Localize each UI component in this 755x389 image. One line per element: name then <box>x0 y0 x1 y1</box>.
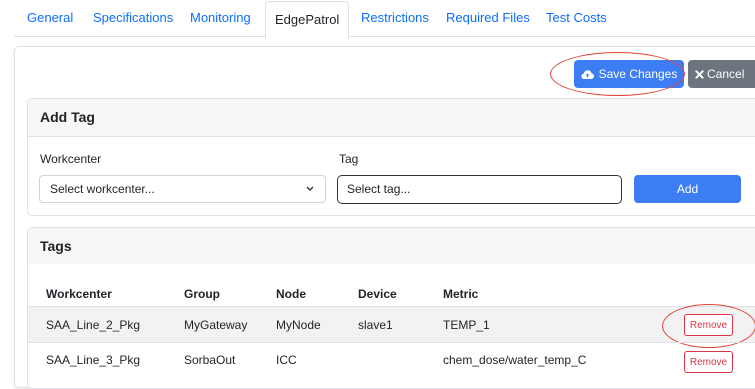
cell-node: MyNode <box>276 318 321 332</box>
tab-specifications[interactable]: Specifications <box>93 0 173 36</box>
save-changes-label: Save Changes <box>598 67 678 81</box>
add-tag-title: Add Tag <box>28 99 755 137</box>
workcenter-select[interactable]: Select workcenter... <box>39 175 326 203</box>
chevron-down-icon <box>305 176 315 212</box>
tabs-divider <box>14 36 755 37</box>
remove-button[interactable]: Remove <box>684 314 733 336</box>
cell-node: ICC <box>276 353 297 367</box>
column-header-workcenter: Workcenter <box>46 287 112 301</box>
column-header-node: Node <box>276 287 306 301</box>
cancel-label: Cancel <box>707 67 745 81</box>
tab-edgepatrol[interactable]: EdgePatrol <box>265 1 350 39</box>
cell-workcenter: SAA_Line_3_Pkg <box>46 353 141 367</box>
column-header-group: Group <box>184 287 220 301</box>
cell-group: SorbaOut <box>184 353 236 367</box>
column-header-device: Device <box>358 287 397 301</box>
cloud-upload-icon <box>580 69 594 79</box>
cancel-button[interactable]: Cancel <box>688 60 755 88</box>
tag-input[interactable]: Select tag... <box>337 175 622 204</box>
cell-group: MyGateway <box>184 318 248 332</box>
add-tag-button[interactable]: Add <box>634 175 741 203</box>
cell-metric: TEMP_1 <box>443 318 490 332</box>
tab-required-files[interactable]: Required Files <box>446 0 530 36</box>
tag-input-placeholder: Select tag... <box>347 182 411 196</box>
cell-workcenter: SAA_Line_2_Pkg <box>46 318 141 332</box>
remove-button[interactable]: Remove <box>684 351 733 373</box>
workcenter-label: Workcenter <box>40 152 102 166</box>
tab-monitoring[interactable]: Monitoring <box>190 0 251 36</box>
tag-label: Tag <box>339 152 359 166</box>
close-icon <box>695 69 704 79</box>
column-header-metric: Metric <box>443 287 479 301</box>
tab-general[interactable]: General <box>27 0 73 36</box>
cell-device: slave1 <box>358 318 393 332</box>
tab-restrictions[interactable]: Restrictions <box>361 0 429 36</box>
save-changes-button[interactable]: Save Changes <box>574 60 684 88</box>
tags-title: Tags <box>28 228 755 264</box>
workcenter-select-value: Select workcenter... <box>50 182 155 196</box>
tab-test-costs[interactable]: Test Costs <box>546 0 607 36</box>
cell-metric: chem_dose/water_temp_C <box>443 353 587 367</box>
